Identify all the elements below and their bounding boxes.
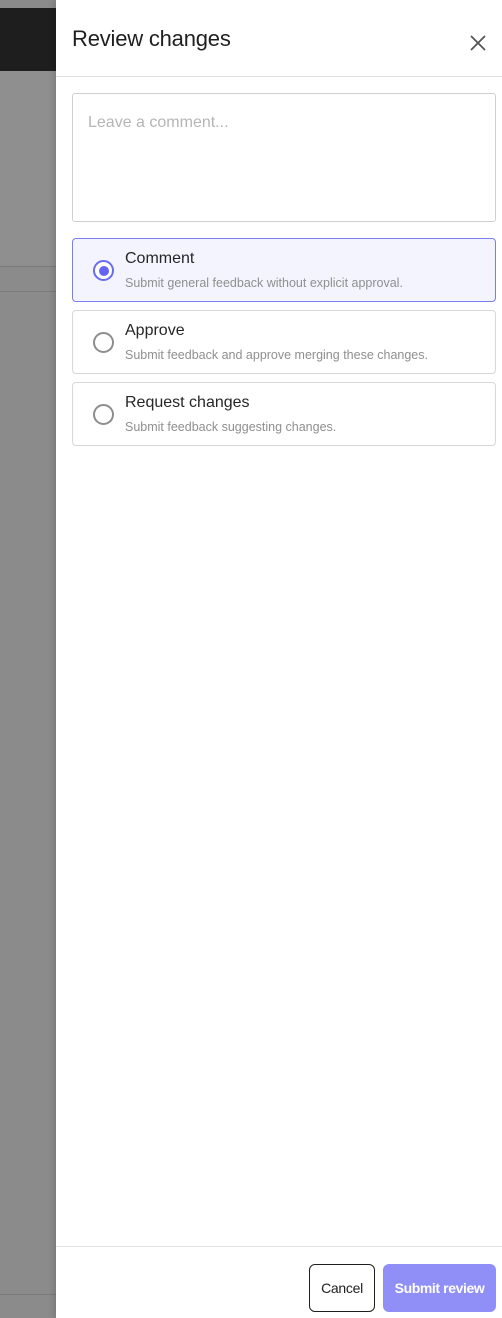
option-description: Submit feedback and approve merging thes… bbox=[125, 348, 428, 362]
comment-textarea[interactable] bbox=[72, 93, 496, 222]
radio-request-changes[interactable] bbox=[93, 404, 114, 425]
background-divider bbox=[0, 291, 60, 292]
option-description: Submit general feedback without explicit… bbox=[125, 276, 403, 290]
submit-review-button[interactable]: Submit review bbox=[383, 1264, 496, 1312]
close-button[interactable] bbox=[464, 30, 492, 56]
background-top-strip bbox=[0, 0, 60, 8]
background-header-bar bbox=[0, 8, 60, 71]
background-divider bbox=[0, 1294, 60, 1295]
drawer-title: Review changes bbox=[72, 26, 231, 51]
radio-selected-dot bbox=[98, 265, 109, 276]
option-title: Approve bbox=[125, 322, 185, 339]
drawer-footer: Cancel Submit review bbox=[56, 1246, 502, 1318]
option-description: Submit feedback suggesting changes. bbox=[125, 420, 337, 434]
review-option-comment[interactable]: Comment Submit general feedback without … bbox=[72, 238, 496, 302]
radio-comment[interactable] bbox=[93, 260, 114, 281]
background-divider bbox=[0, 266, 60, 267]
cancel-button[interactable]: Cancel bbox=[309, 1264, 375, 1312]
close-icon bbox=[470, 35, 486, 51]
review-option-approve[interactable]: Approve Submit feedback and approve merg… bbox=[72, 310, 496, 374]
radio-approve[interactable] bbox=[93, 332, 114, 353]
option-title: Comment bbox=[125, 250, 195, 267]
option-title: Request changes bbox=[125, 394, 250, 411]
background-panel bbox=[0, 71, 60, 267]
review-changes-drawer: Review changes Comment Submit general fe… bbox=[56, 0, 502, 1318]
drawer-header: Review changes bbox=[56, 0, 502, 77]
review-option-request-changes[interactable]: Request changes Submit feedback suggesti… bbox=[72, 382, 496, 446]
